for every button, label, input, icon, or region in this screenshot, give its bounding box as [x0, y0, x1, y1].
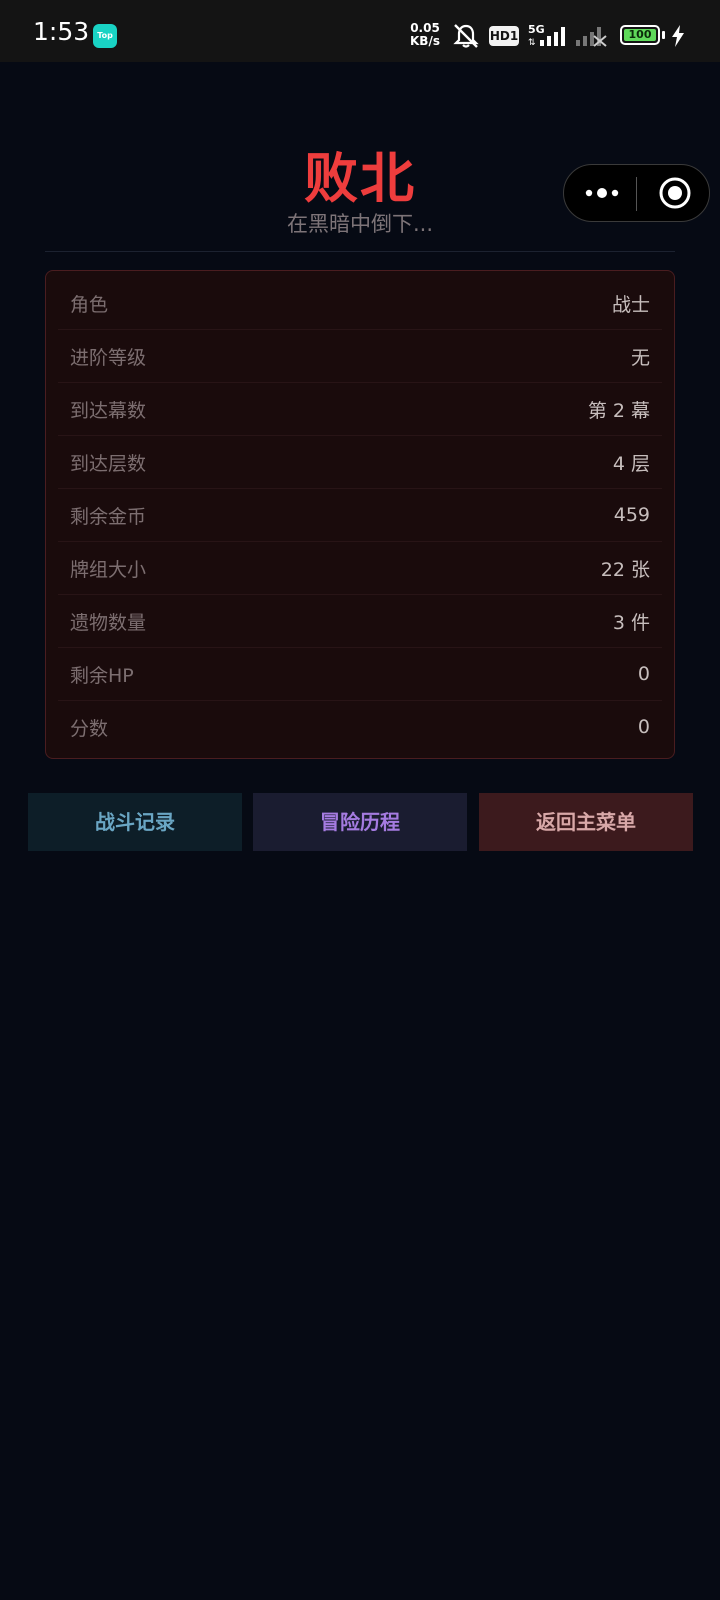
stat-label: 剩余金币	[70, 505, 147, 528]
stat-row-ascension: 进阶等级 无	[58, 330, 662, 383]
adventure-history-button[interactable]: 冒险历程	[253, 793, 467, 851]
stat-row-act: 到达幕数 第 2 幕	[58, 383, 662, 436]
stat-label: 遗物数量	[70, 611, 147, 634]
stat-value: 22 张	[600, 558, 650, 581]
network-speed-unit: KB/s	[410, 34, 440, 48]
stat-label: 剩余HP	[70, 664, 134, 687]
stat-row-character: 角色 战士	[58, 277, 662, 330]
stat-label: 牌组大小	[70, 558, 147, 581]
network-type-label: 5G	[528, 23, 545, 36]
stat-row-floor: 到达层数 4 层	[58, 436, 662, 489]
page-title: 败北	[304, 147, 416, 210]
stat-value: 0	[637, 663, 650, 685]
stat-label: 角色	[70, 293, 109, 316]
stat-value: 无	[630, 346, 650, 369]
signal-bars-icon: 5G ⇅	[528, 23, 565, 48]
battery-level: 100	[624, 29, 656, 41]
stat-value: 3 件	[612, 611, 650, 634]
lightning-bolt-icon	[672, 25, 684, 47]
battle-log-button[interactable]: 战斗记录	[28, 793, 242, 851]
stat-value: 第 2 幕	[587, 399, 650, 422]
battery-cap	[662, 31, 665, 39]
stat-row-score: 分数 0	[58, 701, 662, 753]
stat-row-gold: 剩余金币 459	[58, 489, 662, 542]
stats-card: 角色 战士 进阶等级 无 到达幕数 第 2 幕 到达层数 4 层 剩余金币 45…	[45, 270, 675, 759]
header-divider	[45, 251, 675, 252]
stat-value: 459	[613, 504, 650, 526]
stat-label: 进阶等级	[70, 346, 147, 369]
page-subtitle: 在黑暗中倒下...	[286, 212, 434, 236]
stat-value: 4 层	[612, 452, 650, 475]
stat-row-hp: 剩余HP 0	[58, 648, 662, 701]
stat-row-deck-size: 牌组大小 22 张	[58, 542, 662, 595]
stat-row-relics: 遗物数量 3 件	[58, 595, 662, 648]
status-time: 1:53	[33, 17, 90, 46]
bell-muted-icon	[453, 24, 479, 48]
app-notification-icon: Top	[93, 24, 117, 48]
svg-text:⇅: ⇅	[528, 38, 536, 48]
stat-value: 战士	[611, 293, 650, 316]
stat-label: 到达层数	[70, 452, 147, 475]
main-menu-button[interactable]: 返回主菜单	[479, 793, 693, 851]
signal-bars-secondary-icon	[576, 27, 607, 47]
battery-icon: 100	[620, 25, 660, 45]
status-bar: 1:53 Top 0.05 KB/s HD1 5G ⇅ 100	[0, 0, 720, 62]
stat-label: 到达幕数	[70, 399, 147, 422]
stat-value: 0	[637, 716, 650, 738]
hd-voice-badge: HD1	[489, 26, 519, 46]
stat-label: 分数	[70, 717, 109, 740]
network-speed: 0.05 KB/s	[410, 22, 440, 48]
